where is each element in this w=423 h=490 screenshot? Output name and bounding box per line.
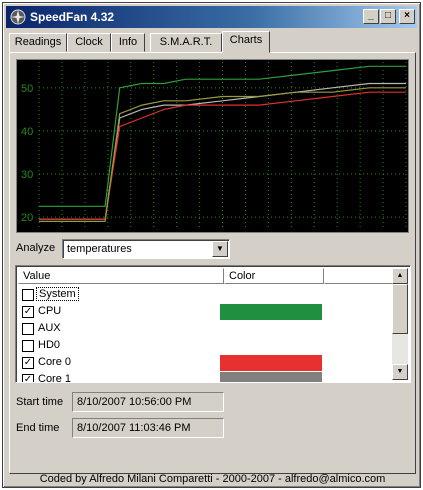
checkbox[interactable]: ✓ xyxy=(22,357,34,369)
maximize-button[interactable]: □ xyxy=(380,9,396,24)
list-item[interactable]: AUX xyxy=(20,320,340,337)
end-time-field: 8/10/2007 11:03:46 PM xyxy=(72,418,224,438)
item-label: HD0 xyxy=(38,339,61,351)
tab-label: Charts xyxy=(229,34,263,46)
y-tick-label: 40 xyxy=(21,126,33,138)
series-line-0 xyxy=(39,65,406,207)
window-title: SpeedFan 4.32 xyxy=(30,10,115,24)
color-swatch[interactable] xyxy=(220,355,322,371)
column-label: Color xyxy=(229,270,256,282)
item-label: Core 1 xyxy=(38,373,72,383)
checkbox[interactable] xyxy=(22,323,34,335)
checkbox[interactable]: ✓ xyxy=(22,306,34,318)
checkbox[interactable] xyxy=(22,340,34,352)
close-icon: × xyxy=(404,10,410,21)
start-time-label: Start time xyxy=(16,396,64,408)
dropdown-button[interactable]: ▼ xyxy=(212,241,228,257)
minimize-icon: _ xyxy=(368,10,374,21)
chart-canvas: 20 30 40 50 xyxy=(21,62,407,230)
speedfan-window: SpeedFan 4.32 _ □ × Readings Clock Info … xyxy=(2,2,421,488)
checkbox[interactable] xyxy=(22,289,34,301)
minimize-button[interactable]: _ xyxy=(363,9,379,24)
column-header-value[interactable]: Value xyxy=(18,268,224,284)
list-item[interactable]: ✓ Core 1 xyxy=(20,371,340,383)
tab-label: Clock xyxy=(75,36,103,48)
chevron-down-icon: ▼ xyxy=(216,244,224,253)
scroll-up-button[interactable]: ▲ xyxy=(392,268,408,284)
tab-label: Info xyxy=(118,36,138,48)
end-time-label: End time xyxy=(16,422,60,434)
list-item[interactable]: ✓ CPU xyxy=(20,303,340,320)
y-tick-label: 50 xyxy=(21,83,33,95)
list-item[interactable]: System xyxy=(20,286,340,303)
scroll-down-button[interactable]: ▼ xyxy=(392,364,408,380)
item-label: Core 0 xyxy=(38,356,72,368)
item-label: System xyxy=(36,287,79,301)
tab-smart[interactable]: S.M.A.R.T. xyxy=(150,33,222,52)
arrow-down-icon: ▼ xyxy=(396,368,404,375)
analyze-select[interactable]: temperatures ▼ xyxy=(62,239,230,259)
arrow-up-icon: ▲ xyxy=(396,272,404,279)
color-swatch[interactable] xyxy=(220,304,322,320)
tab-label: S.M.A.R.T. xyxy=(159,36,213,48)
start-time-value: 8/10/2007 10:56:00 PM xyxy=(77,396,192,408)
analyze-label: Analyze xyxy=(16,242,56,254)
tab-clock[interactable]: Clock xyxy=(67,33,111,52)
end-time-value: 8/10/2007 11:03:46 PM xyxy=(77,422,191,434)
vertical-scrollbar[interactable]: ▲ ▼ xyxy=(392,268,408,380)
maximize-icon: □ xyxy=(384,10,392,21)
tab-info[interactable]: Info xyxy=(111,33,145,52)
tab-label: Readings xyxy=(14,36,62,48)
tab-readings[interactable]: Readings xyxy=(9,33,67,52)
y-tick-label: 30 xyxy=(21,169,33,181)
column-header-empty xyxy=(324,268,396,284)
charts-panel: 20 30 40 50 Analyze temperatures ▼ Value Co… xyxy=(9,52,416,474)
temperature-chart: 20 30 40 50 xyxy=(16,59,409,233)
item-label: CPU xyxy=(38,305,62,317)
list-item[interactable]: ✓ Core 0 xyxy=(20,354,340,371)
title-bar[interactable]: SpeedFan 4.32 _ □ × xyxy=(6,6,417,28)
column-header-color[interactable]: Color xyxy=(224,268,324,284)
credits-footer: Coded by Alfredo Milani Comparetti - 200… xyxy=(39,473,386,485)
checkbox[interactable]: ✓ xyxy=(22,374,34,382)
item-label: AUX xyxy=(38,322,61,334)
scroll-thumb[interactable] xyxy=(392,284,408,334)
sensor-list[interactable]: Value Color System ✓ CPU AUX HD0 ✓ Core … xyxy=(15,265,411,383)
y-tick-label: 20 xyxy=(21,212,33,224)
analyze-value: temperatures xyxy=(67,243,132,255)
list-item[interactable]: HD0 xyxy=(20,337,340,354)
column-label: Value xyxy=(23,270,51,282)
start-time-field: 8/10/2007 10:56:00 PM xyxy=(72,392,224,412)
speedfan-app-icon xyxy=(10,9,26,25)
close-button[interactable]: × xyxy=(399,9,415,24)
series-line-2 xyxy=(39,91,406,220)
tab-charts[interactable]: Charts xyxy=(222,31,270,53)
color-swatch[interactable] xyxy=(220,372,322,382)
